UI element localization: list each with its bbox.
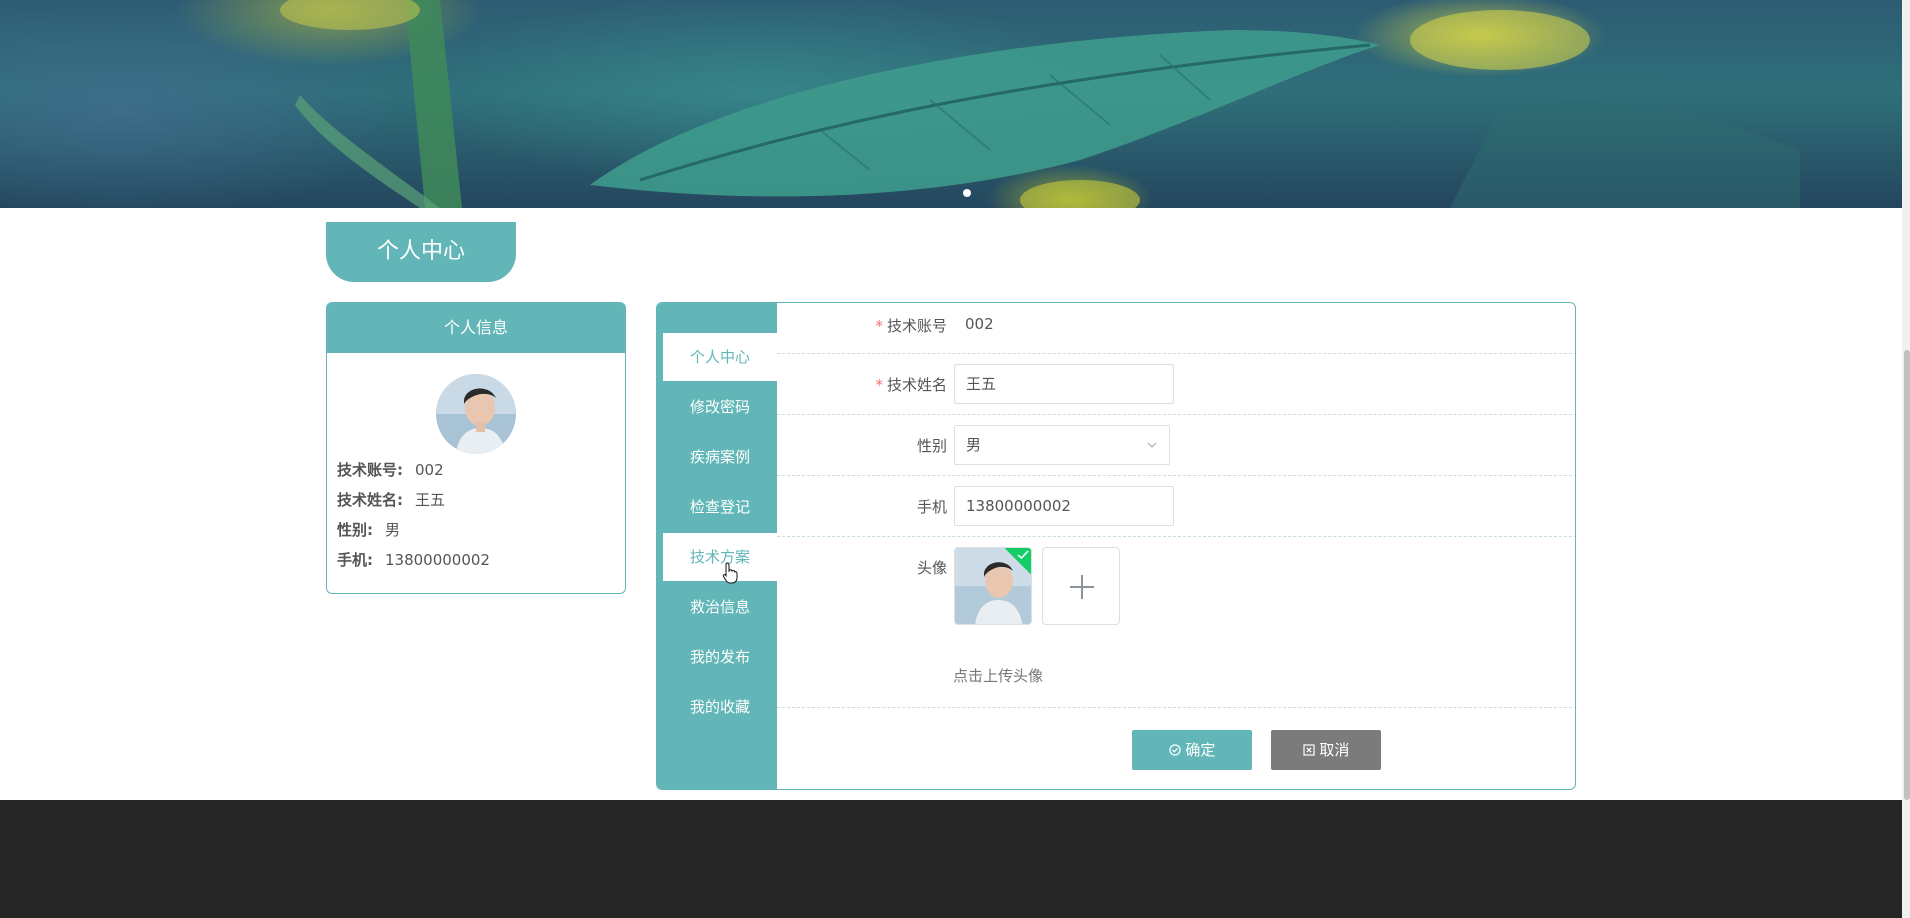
nav-item-personal-center[interactable]: 个人中心 [663,333,777,381]
required-mark: * [875,317,883,335]
name-label: * 技术姓名 [875,376,947,394]
info-label: 技术姓名: [337,491,403,509]
check-icon [1017,549,1029,564]
info-row-phone: 手机: 13800000002 [337,549,490,570]
gender-select-value: 男 [966,436,982,454]
info-label: 性别: [337,521,373,539]
uploaded-avatar-thumbnail[interactable] [954,547,1032,625]
check-circle-icon [1168,741,1186,759]
form-row-name: * 技术姓名 王五 [777,354,1575,415]
form-row-account: * 技术账号 002 [777,303,1575,354]
profile-edit-panel: 个人中心 修改密码 疾病案例 检查登记 技术方案 救治信息 我的发布 我的收藏 … [656,302,1576,790]
avatar [436,374,516,454]
info-value: 002 [415,461,444,479]
carousel-indicator-dot[interactable] [963,189,971,197]
info-row-gender: 性别: 男 [337,519,400,540]
side-nav: 个人中心 修改密码 疾病案例 检查登记 技术方案 救治信息 我的发布 我的收藏 [657,303,777,789]
phone-label: 手机 [916,498,947,516]
nav-item-change-password[interactable]: 修改密码 [663,383,777,431]
plus-icon [1070,575,1094,599]
nav-item-my-favorites[interactable]: 我的收藏 [663,683,777,731]
gender-label: 性别 [916,437,947,455]
info-value: 王五 [415,491,446,509]
scrollbar-thumb[interactable] [1904,350,1910,800]
nav-item-exam-registration[interactable]: 检查登记 [663,483,777,531]
name-input[interactable]: 王五 [954,364,1174,404]
page-footer [0,800,1902,918]
info-label: 技术账号: [337,461,403,479]
form-row-avatar: 头像 点击上传头像 [777,537,1575,708]
profile-info-card: 个人信息 技术账号: 002 技术姓名: 王五 性别: 男 手机: 1380000000… [326,302,626,594]
nav-item-my-posts[interactable]: 我的发布 [663,633,777,681]
close-square-icon [1302,741,1320,759]
form-row-gender: 性别 男 [777,415,1575,476]
form-row-phone: 手机 13800000002 [777,476,1575,537]
banner-image [280,0,1800,208]
confirm-button-label: 确定 [1185,741,1216,759]
chevron-down-icon [1147,426,1157,479]
account-label: * 技术账号 [875,317,947,335]
info-value: 男 [385,521,401,539]
phone-input[interactable]: 13800000002 [954,486,1174,526]
hand-pointer-cursor-icon [722,562,738,588]
avatar-label: 头像 [916,559,947,577]
upload-avatar-button[interactable] [1042,547,1120,625]
nav-item-tech-plan[interactable]: 技术方案 [663,533,777,581]
banner-carousel [0,0,1902,208]
info-row-name: 技术姓名: 王五 [337,489,445,510]
nav-item-disease-cases[interactable]: 疾病案例 [663,433,777,481]
info-card-header: 个人信息 [327,303,625,353]
page-title: 个人中心 [326,222,516,282]
nav-item-treatment-info[interactable]: 救治信息 [663,583,777,631]
cancel-button[interactable]: 取消 [1271,730,1381,770]
gender-select[interactable]: 男 [954,425,1170,465]
cancel-button-label: 取消 [1319,741,1350,759]
account-value: 002 [965,315,994,333]
upload-hint-text: 点击上传头像 [953,667,1044,685]
confirm-button[interactable]: 确定 [1132,730,1252,770]
info-label: 手机: [337,551,373,569]
info-value: 13800000002 [385,551,490,569]
info-row-account: 技术账号: 002 [337,459,444,480]
required-mark: * [875,376,883,394]
